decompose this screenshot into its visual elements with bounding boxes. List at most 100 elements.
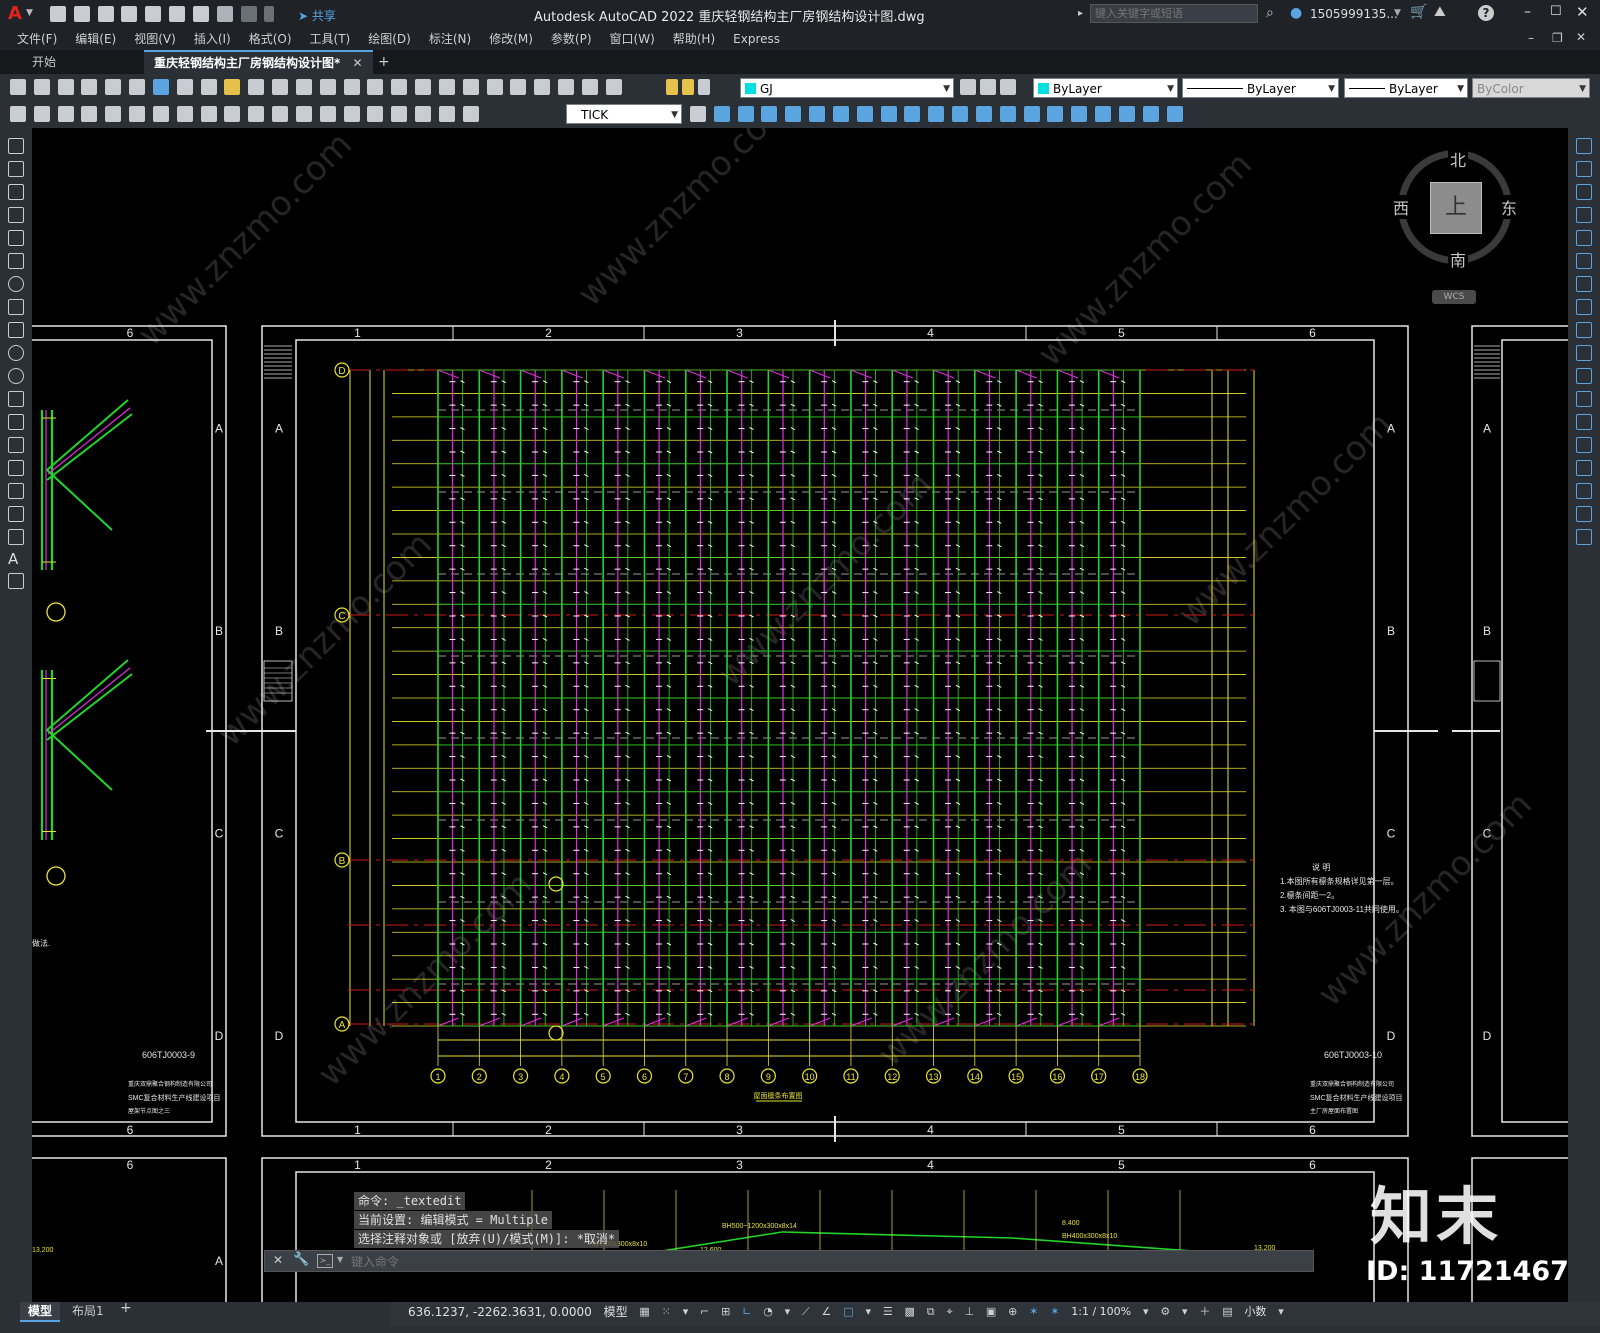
view-icon-5[interactable] — [809, 106, 826, 122]
layer-isolate-icon[interactable] — [1000, 79, 1016, 95]
user-dropdown-icon[interactable]: ▼ — [1394, 8, 1401, 18]
search-input[interactable] — [1090, 4, 1258, 23]
osnap-dropdown-icon[interactable]: ▾ — [861, 1302, 875, 1322]
new-file-icon[interactable] — [50, 6, 66, 22]
help-button[interactable]: ? — [1478, 5, 1494, 21]
zoom-realtime-icon[interactable] — [367, 79, 384, 95]
quick-properties-icon[interactable]: ▾ — [1274, 1302, 1288, 1322]
view-icon-11[interactable] — [952, 106, 969, 122]
shade-icon-2[interactable] — [1023, 106, 1040, 122]
inspection-icon[interactable] — [367, 106, 384, 122]
viewcube[interactable]: 北 南 西 东 上 — [1391, 147, 1520, 271]
cut-icon[interactable] — [176, 79, 193, 95]
scale-icon[interactable] — [1576, 299, 1592, 315]
view-icon-2[interactable] — [737, 106, 754, 122]
region-icon[interactable] — [8, 506, 24, 522]
command-input[interactable] — [349, 1252, 1303, 1272]
drawing-svg[interactable]: www.znzmo.com www.znzmo.com www.znzmo.com w… — [32, 128, 1568, 1302]
menu-item-1[interactable]: 编辑(E) — [66, 28, 125, 50]
3d-dwf-icon[interactable] — [152, 79, 169, 95]
blend-curves-icon[interactable] — [1576, 506, 1592, 522]
view-icon-4[interactable] — [785, 106, 802, 122]
shade-icon-7[interactable] — [1142, 106, 1159, 122]
shade-icon-5[interactable] — [1095, 106, 1112, 122]
doc-close-icon[interactable]: ✕ — [1576, 30, 1586, 44]
continue-dim-icon[interactable] — [248, 106, 265, 122]
shade-icon-8[interactable] — [1166, 106, 1183, 122]
gradient-icon[interactable] — [8, 483, 24, 499]
move-icon[interactable] — [1576, 253, 1592, 269]
polygon-icon[interactable] — [8, 207, 24, 223]
transparency-icon[interactable]: ▩ — [901, 1302, 919, 1322]
trim-icon[interactable] — [1576, 345, 1592, 361]
tab-layout1[interactable]: 布局1 — [64, 1302, 112, 1320]
menu-item-0[interactable]: 文件(F) — [8, 28, 66, 50]
publish-icon[interactable] — [129, 79, 146, 95]
insert-block-icon[interactable] — [8, 391, 24, 407]
markup-icon[interactable] — [534, 79, 551, 95]
view-icon-6[interactable] — [832, 106, 849, 122]
add-selected-icon[interactable] — [8, 573, 24, 589]
dynamic-ucs-icon[interactable]: ⊥ — [960, 1302, 978, 1322]
view-icon-10[interactable] — [928, 106, 945, 122]
chamfer-icon[interactable] — [1576, 460, 1592, 476]
save-as-icon[interactable] — [121, 6, 138, 22]
radius-dim-icon[interactable] — [105, 106, 122, 122]
arc-icon[interactable] — [8, 253, 24, 269]
view-icon-12[interactable] — [975, 106, 992, 122]
drawing-canvas[interactable]: www.znzmo.com www.znzmo.com www.znzmo.com w… — [32, 128, 1568, 1302]
properties-icon[interactable] — [438, 79, 455, 95]
units-value[interactable]: 小数 — [1240, 1302, 1270, 1322]
stretch-icon[interactable] — [1576, 322, 1592, 338]
fillet-icon[interactable] — [1576, 483, 1592, 499]
viewcube-north[interactable]: 北 — [1448, 147, 1469, 171]
array-icon[interactable] — [1576, 230, 1592, 246]
ellipse-arc-icon[interactable] — [8, 368, 24, 384]
view-icon-9[interactable] — [904, 106, 921, 122]
redo-icon-2[interactable] — [319, 79, 336, 95]
plotstyle-dropdown[interactable]: ByColor ▼ — [1472, 78, 1590, 98]
multiline-text-icon[interactable]: A — [8, 552, 22, 567]
tab-start[interactable]: 开始 — [22, 50, 66, 74]
spline-icon[interactable] — [8, 322, 24, 338]
new-tab-button[interactable]: + — [368, 50, 400, 74]
open-file-icon[interactable] — [73, 6, 90, 22]
menu-item-7[interactable]: 标注(N) — [420, 28, 480, 50]
grid-icon[interactable]: ▦ — [635, 1302, 653, 1322]
scale-dropdown-icon[interactable]: ▾ — [1139, 1302, 1153, 1322]
autocad-logo[interactable]: A — [8, 3, 22, 24]
tab-drawing[interactable]: 重庆轻钢结构主厂房钢结构设计图* ✕ — [144, 50, 373, 74]
menu-item-10[interactable]: 窗口(W) — [601, 28, 664, 50]
point-icon[interactable] — [8, 437, 24, 453]
break-icon[interactable] — [1576, 414, 1592, 430]
undo-icon-2[interactable] — [295, 79, 312, 95]
dim-update-icon[interactable] — [462, 106, 479, 122]
aligned-dim-icon[interactable] — [33, 106, 50, 122]
sheet-set-icon[interactable] — [510, 79, 527, 95]
arc-length-icon[interactable] — [57, 106, 74, 122]
break-at-point-icon[interactable] — [1576, 391, 1592, 407]
print-icon[interactable] — [81, 79, 98, 95]
erase-icon[interactable] — [1576, 138, 1592, 154]
calculator-icon[interactable] — [558, 79, 575, 95]
menu-item-5[interactable]: 工具(T) — [301, 28, 360, 50]
layer-state-icons[interactable] — [664, 79, 712, 95]
jogged-linear-icon[interactable] — [391, 106, 408, 122]
mirror-icon[interactable] — [1576, 184, 1592, 200]
make-current-layer-icon[interactable] — [960, 79, 976, 95]
open-icon[interactable] — [33, 79, 50, 95]
block-editor-icon[interactable] — [272, 79, 289, 95]
close-icon[interactable]: ✕ — [1576, 3, 1589, 21]
menu-item-6[interactable]: 绘图(D) — [359, 28, 420, 50]
annotation-visibility-icon[interactable]: ✶ — [1025, 1302, 1042, 1322]
annotation-scale[interactable]: 1:1 / 100% — [1067, 1302, 1135, 1322]
ordinate-dim-icon[interactable] — [81, 106, 98, 122]
jogged-dim-icon[interactable] — [129, 106, 146, 122]
zoom-window-icon[interactable] — [391, 79, 408, 95]
snap-dropdown-icon[interactable]: ▾ — [679, 1302, 693, 1322]
offset-icon[interactable] — [1576, 207, 1592, 223]
view-icon-7[interactable] — [856, 106, 873, 122]
view-icon-1[interactable] — [713, 106, 730, 122]
diameter-dim-icon[interactable] — [152, 106, 169, 122]
rectangle-icon[interactable] — [8, 230, 24, 246]
